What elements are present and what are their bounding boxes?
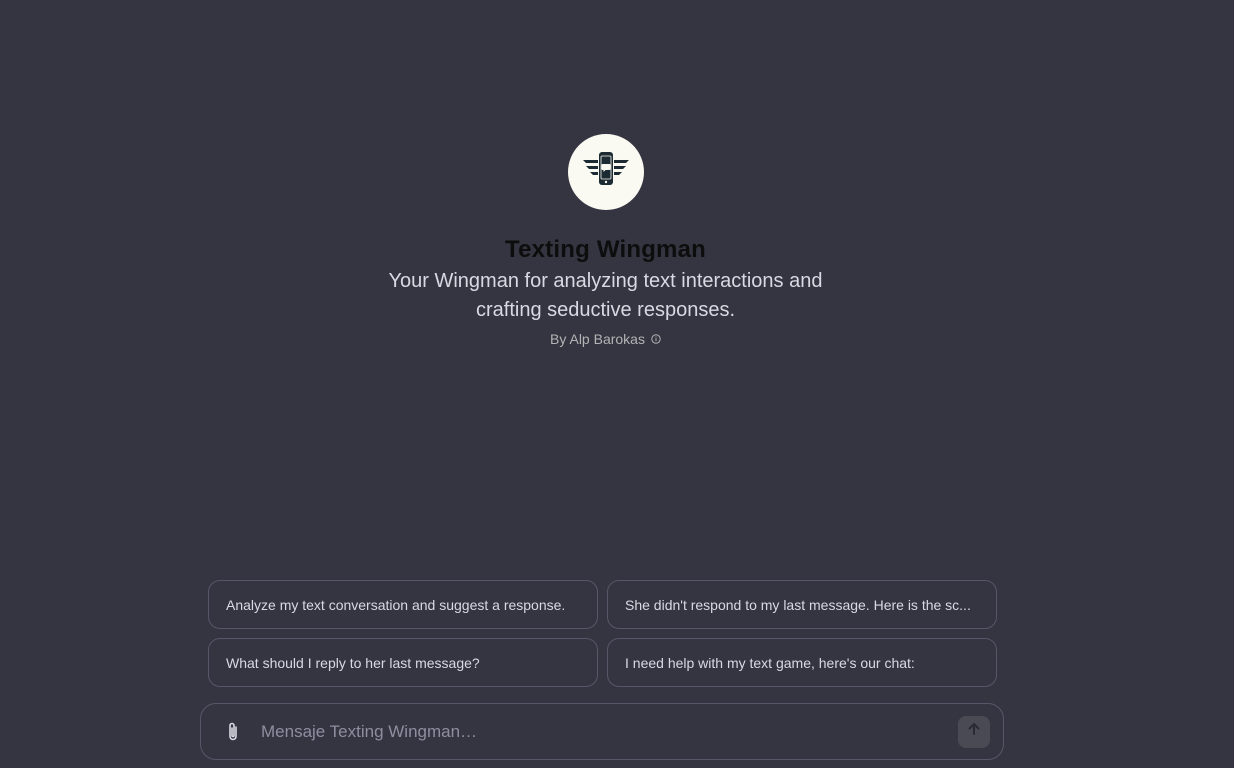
prompt-card[interactable]: I need help with my text game, here's ou… <box>607 638 997 687</box>
message-composer <box>200 703 1004 760</box>
chat-page: Texting Wingman Your Wingman for analyzi… <box>0 0 1234 768</box>
message-input[interactable] <box>259 715 958 748</box>
gpt-author[interactable]: By Alp Barokas <box>550 331 661 347</box>
prompt-label: She didn't respond to my last message. H… <box>625 596 971 613</box>
gpt-title: Texting Wingman <box>505 236 706 263</box>
info-icon[interactable] <box>651 334 661 344</box>
prompt-label: What should I reply to her last message? <box>226 654 480 671</box>
prompt-label: Analyze my text conversation and suggest… <box>226 596 566 613</box>
send-button[interactable] <box>958 715 990 748</box>
prompt-label: I need help with my text game, here's ou… <box>625 654 915 671</box>
gpt-intro: Texting Wingman Your Wingman for analyzi… <box>0 134 1211 347</box>
suggested-prompts: Analyze my text conversation and suggest… <box>208 580 997 687</box>
author-label: By Alp Barokas <box>550 331 645 347</box>
prompt-card[interactable]: She didn't respond to my last message. H… <box>607 580 997 629</box>
gpt-avatar <box>567 134 644 210</box>
gpt-description: Your Wingman for analyzing text interact… <box>388 270 823 321</box>
prompt-card[interactable]: Analyze my text conversation and suggest… <box>208 580 598 629</box>
phone-with-wings-icon <box>581 151 631 194</box>
prompt-card[interactable]: What should I reply to her last message? <box>208 638 598 687</box>
arrow-up-icon <box>966 721 982 742</box>
paperclip-icon[interactable] <box>221 720 245 744</box>
